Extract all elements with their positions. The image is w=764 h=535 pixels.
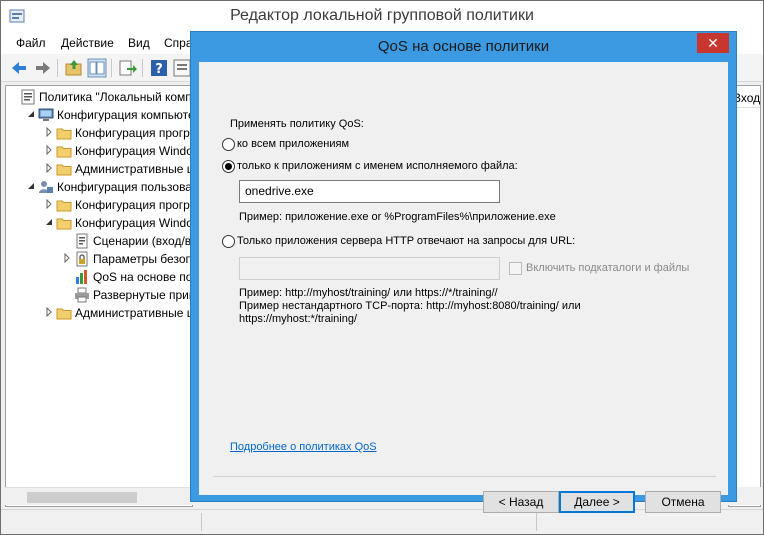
menu-view[interactable]: Вид: [128, 36, 150, 50]
tree-item-label: Конфигурация программ: [75, 198, 192, 212]
tree-item[interactable]: Сценарии (вход/выход): [6, 232, 192, 250]
tree-item-label: Конфигурация пользователя: [57, 180, 192, 194]
tree-horizontal-scrollbar[interactable]: [5, 487, 193, 505]
collapsed-arrow-icon[interactable]: [44, 145, 54, 155]
forward-arrow-icon[interactable]: [33, 58, 53, 78]
tree-item[interactable]: Конфигурация Windows: [6, 142, 193, 160]
tree-item[interactable]: Административные шаблоны: [6, 160, 192, 178]
cancel-button[interactable]: Отмена: [645, 491, 721, 513]
folder-icon: [56, 128, 72, 140]
tree-item[interactable]: QoS на основе политики: [6, 268, 193, 286]
url-input[interactable]: [239, 257, 500, 280]
dialog-title: QoS на основе политики: [377, 38, 550, 55]
tree-item-label: Параметры безопасности: [93, 252, 192, 266]
tree-item[interactable]: Конфигурация программ: [6, 196, 192, 214]
expanded-arrow-icon[interactable]: [26, 181, 36, 191]
properties-icon[interactable]: [172, 58, 192, 78]
tree-item[interactable]: Конфигурация пользователя: [6, 178, 192, 196]
toolbar-separator: [111, 59, 112, 77]
http-example-line-1: Пример: http://myhost/training/ или http…: [239, 287, 498, 299]
back-arrow-icon[interactable]: [9, 58, 29, 78]
toolbar-separator: [57, 59, 58, 77]
status-separator: [536, 513, 537, 531]
folder-icon: [56, 164, 72, 176]
radio-exe-applications-label[interactable]: только к приложениям с именем исполняемо…: [237, 160, 518, 172]
learn-more-qos-link[interactable]: Подробнее о политиках QoS: [230, 441, 377, 453]
tree-item[interactable]: Административные шаблоны: [6, 304, 192, 322]
details-column-header-label: Входн: [733, 91, 761, 105]
collapsed-arrow-icon[interactable]: [62, 253, 72, 263]
radio-all-applications[interactable]: [222, 138, 235, 151]
toolbar-separator: [142, 59, 143, 77]
tree-item[interactable]: Параметры безопасности: [6, 250, 192, 268]
printer-icon: [75, 287, 89, 303]
radio-http-applications-label[interactable]: Только приложения сервера HTTP отвечают …: [237, 235, 575, 247]
tree-item-label: Конфигурация компьютера: [57, 108, 193, 122]
include-subdirs-label: Включить подкаталоги и файлы: [526, 262, 690, 274]
back-button[interactable]: < Назад: [483, 491, 559, 513]
security-icon: [76, 251, 88, 267]
up-folder-icon[interactable]: [64, 58, 84, 78]
script-icon: [76, 233, 88, 249]
expanded-arrow-icon[interactable]: [44, 217, 54, 227]
tree-item[interactable]: Конфигурация программ: [6, 124, 192, 142]
tree-item-label: Политика "Локальный компьютер": [39, 90, 192, 104]
radio-all-applications-label[interactable]: ко всем приложениям: [237, 138, 349, 150]
exe-example-text: Пример: приложение.exe or %ProgramFiles%…: [239, 211, 556, 223]
folder-icon: [56, 308, 72, 320]
main-window-title: Редактор локальной групповой политики: [230, 7, 534, 24]
collapsed-arrow-icon[interactable]: [44, 163, 54, 173]
tree-item-label: Конфигурация Windows: [75, 216, 193, 230]
radio-exe-applications[interactable]: [222, 160, 235, 173]
tree-item-label: Административные шаблоны: [75, 162, 192, 176]
exe-name-input[interactable]: onedrive.exe: [239, 180, 500, 203]
folder-icon: [56, 218, 72, 230]
expanded-arrow-icon[interactable]: [26, 109, 36, 119]
tree-pane: Политика "Локальный компьютер" Конфигурац…: [5, 85, 193, 507]
collapsed-arrow-icon[interactable]: [44, 127, 54, 137]
collapsed-arrow-icon[interactable]: [44, 307, 54, 317]
tree-item[interactable]: Развернутые принтеры: [6, 286, 193, 304]
radio-http-applications[interactable]: [222, 235, 235, 248]
tree-item-label: QoS на основе политики: [93, 270, 193, 284]
apply-policy-label: Применять политику QoS:: [230, 118, 364, 130]
bar-chart-icon: [76, 270, 87, 284]
tree-item[interactable]: Политика "Локальный компьютер": [6, 88, 192, 106]
user-icon: [39, 181, 53, 193]
tree-item-label: Развернутые принтеры: [93, 288, 193, 302]
menu-file[interactable]: Файл: [16, 36, 46, 50]
close-button[interactable]: ✕: [697, 33, 729, 53]
help-icon[interactable]: ?: [149, 58, 169, 78]
folder-icon: [56, 146, 72, 158]
tree-item[interactable]: Конфигурация компьютера: [6, 106, 193, 124]
dialog-divider: [213, 476, 716, 477]
tree-scroll-thumb[interactable]: [27, 492, 137, 503]
menu-action[interactable]: Действие: [61, 36, 114, 50]
computer-icon: [38, 108, 54, 121]
main-titlebar[interactable]: Редактор локальной групповой политики: [1, 1, 763, 32]
status-separator: [201, 513, 202, 531]
export-list-icon[interactable]: [118, 58, 138, 78]
tree-item-label: Конфигурация Windows: [75, 144, 193, 158]
svg-text:?: ?: [155, 62, 163, 77]
policy-icon: [21, 89, 35, 105]
close-icon: ✕: [707, 35, 719, 51]
qos-dialog: QoS на основе политики ✕ Применять полит…: [190, 31, 737, 513]
include-subdirs-checkbox[interactable]: [509, 262, 522, 275]
tree-item[interactable]: Конфигурация Windows: [6, 214, 193, 232]
show-hide-tree-icon[interactable]: [87, 58, 107, 78]
dialog-titlebar[interactable]: QoS на основе политики ✕: [191, 32, 736, 62]
tree-item-label: Административные шаблоны: [75, 306, 192, 320]
http-example-line-2: Пример нестандартного TCP-порта: http://…: [239, 300, 581, 312]
http-example-line-3: https://myhost:*/training/: [239, 313, 357, 325]
tree-item-label: Сценарии (вход/выход): [93, 234, 192, 248]
tree-item-label: Конфигурация программ: [75, 126, 192, 140]
collapsed-arrow-icon[interactable]: [44, 199, 54, 209]
next-button[interactable]: Далее >: [559, 491, 635, 513]
folder-icon: [56, 200, 72, 212]
dialog-body: Применять политику QoS: ко всем приложен…: [199, 62, 728, 513]
